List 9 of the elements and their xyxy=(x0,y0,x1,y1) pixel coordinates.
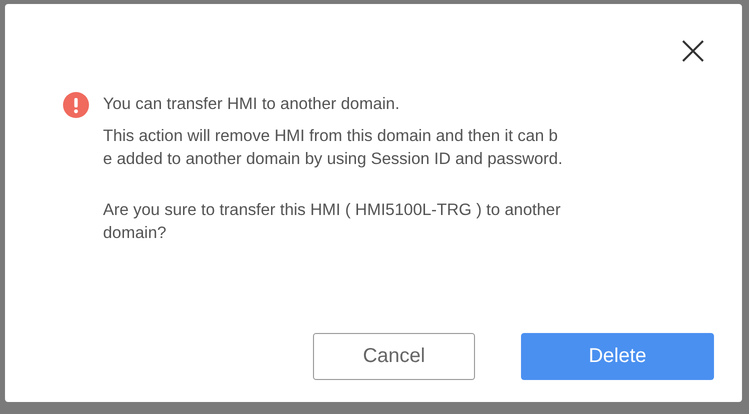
message-text: Are you sure to transfer this HMI ( HMI5100L-TRG ) to another xyxy=(103,200,562,221)
close-icon xyxy=(681,39,705,63)
message-text: e added to another domain by using Session ID and password. xyxy=(103,149,563,170)
message-text: domain? xyxy=(103,223,168,244)
message-text: This action will remove HMI from this domain and then it can b xyxy=(103,126,559,147)
delete-button[interactable]: Delete xyxy=(521,333,714,380)
exclamation-icon xyxy=(63,92,89,118)
cancel-button[interactable]: Cancel xyxy=(313,333,475,380)
message-title: You can transfer HMI to another domain. xyxy=(103,94,401,115)
